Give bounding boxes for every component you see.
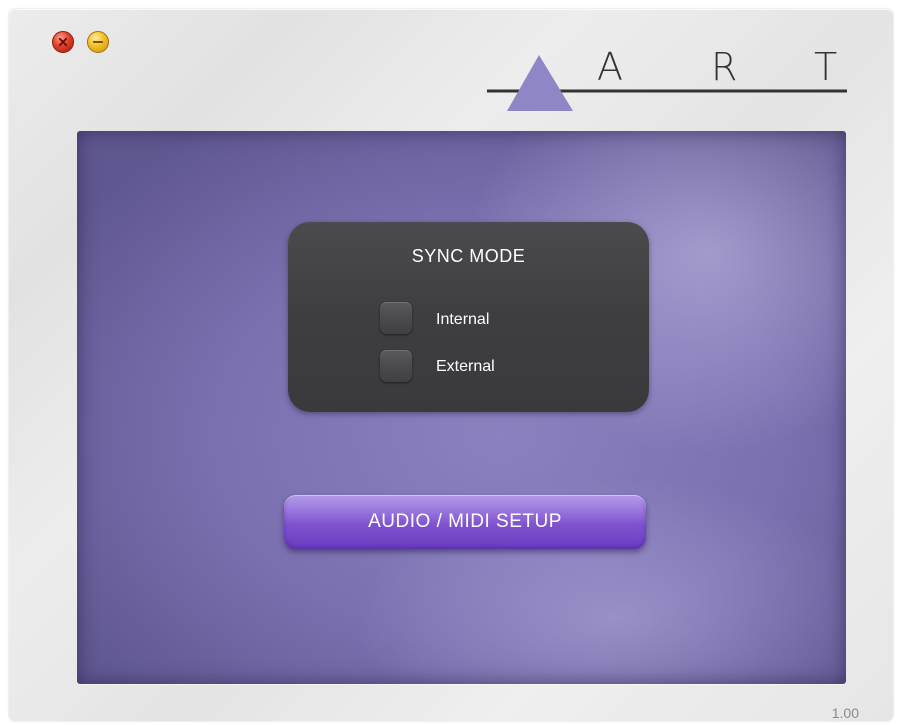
logo-graphic xyxy=(487,55,847,111)
main-panel: SYNC MODE Internal External AUDIO / MIDI… xyxy=(77,131,846,684)
external-radio[interactable] xyxy=(380,350,412,382)
close-icon xyxy=(58,37,68,47)
app-window: A R T SYNC MODE Internal External AUDIO … xyxy=(9,9,893,721)
art-logo: A R T xyxy=(487,41,847,117)
version-label: 1.00 xyxy=(831,705,859,721)
logo-letter-t: T xyxy=(814,45,838,89)
external-label[interactable]: External xyxy=(436,358,495,376)
internal-radio[interactable] xyxy=(380,302,412,334)
sync-mode-title: SYNC MODE xyxy=(411,246,526,266)
logo-letter-a: A xyxy=(597,45,623,89)
logo-triangle xyxy=(507,55,573,111)
sync-mode-box: SYNC MODE Internal External xyxy=(288,222,649,412)
logo-letter-r: R xyxy=(711,45,738,89)
close-button[interactable] xyxy=(52,31,74,53)
internal-label[interactable]: Internal xyxy=(436,311,489,329)
audio-midi-setup-button[interactable]: AUDIO / MIDI SETUP xyxy=(284,495,646,549)
minimize-button[interactable] xyxy=(87,31,109,53)
minimize-icon xyxy=(92,41,104,43)
